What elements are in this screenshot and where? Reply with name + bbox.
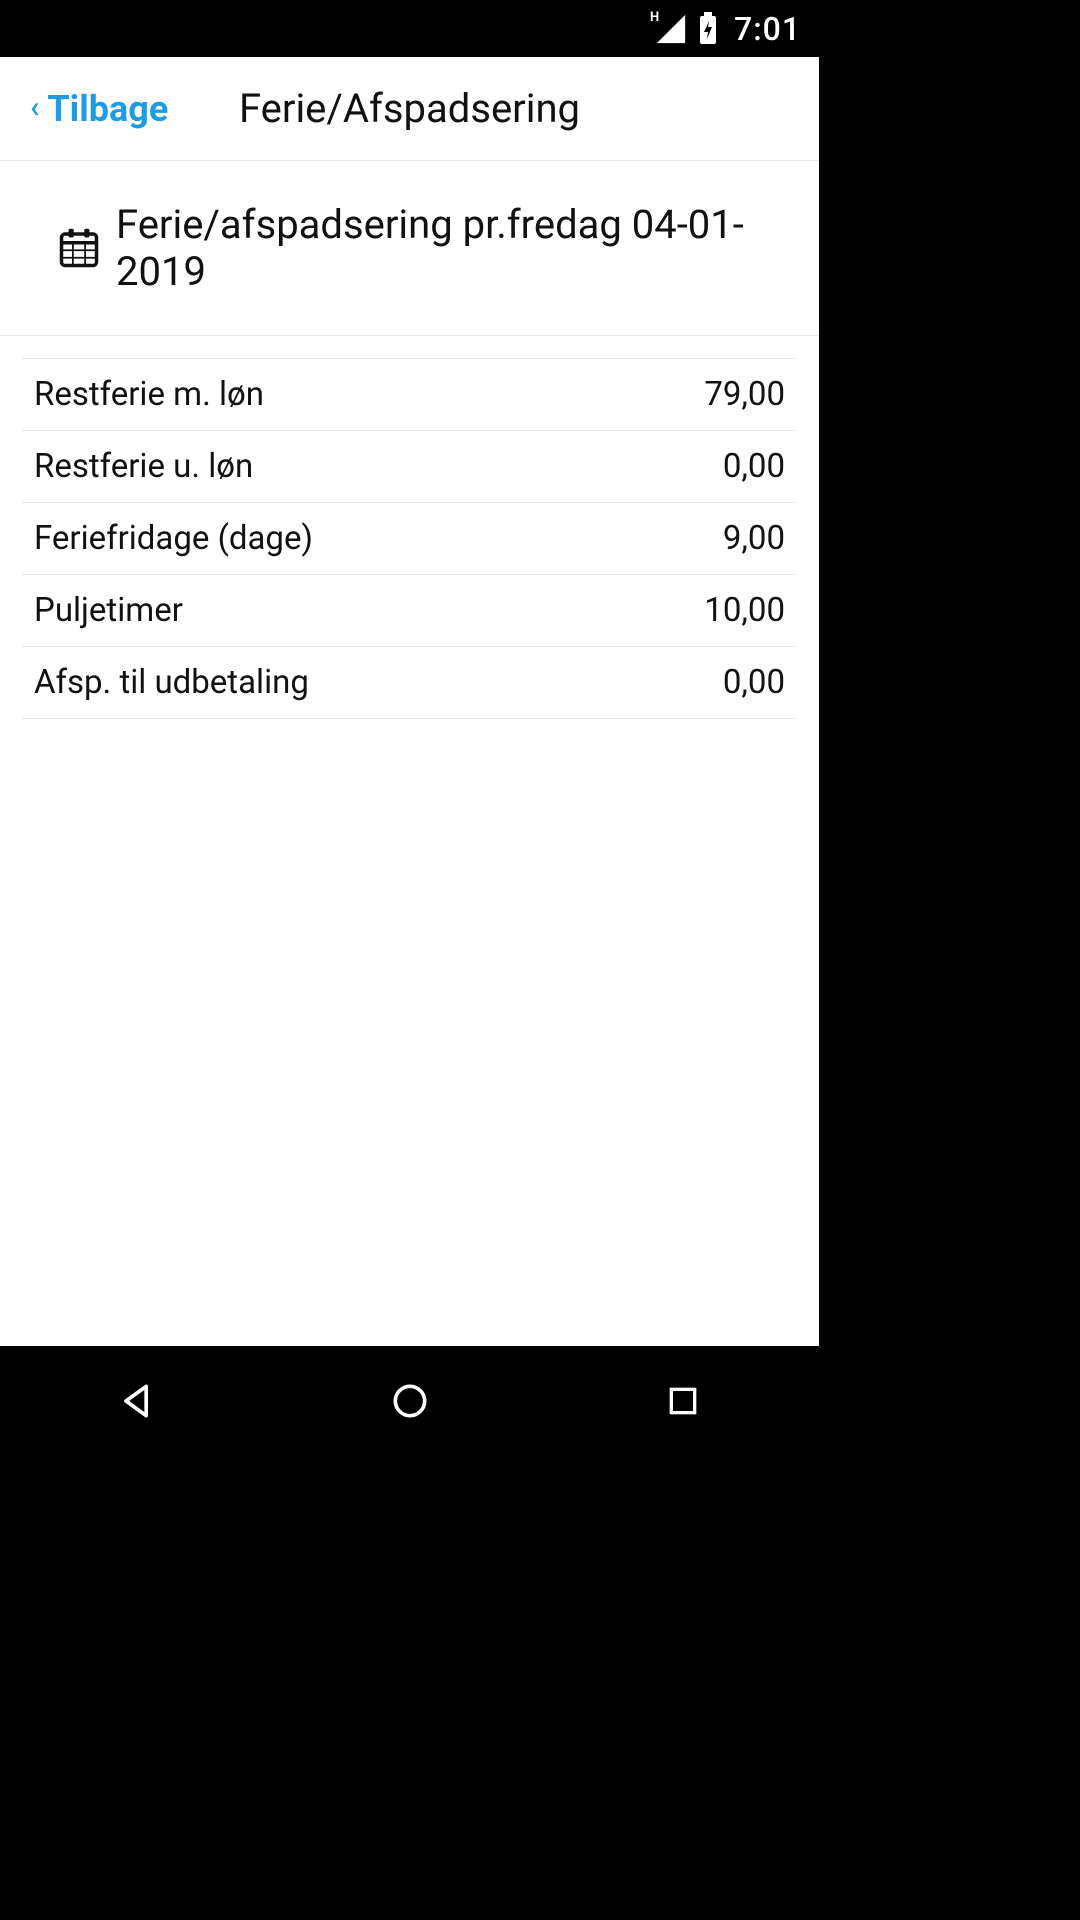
list-item: Restferie u. løn 0,00: [22, 430, 797, 502]
android-nav-bar: [0, 1346, 819, 1456]
list-item: Restferie m. løn 79,00: [22, 358, 797, 430]
signal-icon: H: [654, 12, 688, 46]
item-value: 10,00: [704, 591, 785, 630]
status-clock: 7:01: [734, 10, 801, 48]
back-label: Tilbage: [47, 88, 168, 130]
network-type-label: H: [650, 10, 659, 25]
item-label: Puljetimer: [34, 591, 183, 630]
app-content: ‹ Tilbage Ferie/Afspadsering Ferie/afspa…: [0, 57, 819, 1346]
status-bar: H 7:01: [0, 0, 819, 57]
battery-charging-icon: [696, 12, 720, 46]
back-button[interactable]: ‹ Tilbage: [30, 88, 168, 130]
item-label: Feriefridage (dage): [34, 519, 313, 558]
item-value: 0,00: [723, 447, 785, 486]
list-item: Puljetimer 10,00: [22, 574, 797, 646]
list-item: Feriefridage (dage) 9,00: [22, 502, 797, 574]
item-value: 9,00: [723, 519, 785, 558]
section-heading: Ferie/afspadsering pr.fredag 04-01-2019: [0, 161, 819, 336]
item-value: 79,00: [704, 375, 785, 414]
item-label: Restferie u. løn: [34, 447, 253, 486]
page-title: Ferie/Afspadsering: [239, 85, 580, 132]
calendar-icon: [58, 227, 100, 269]
nav-back-button[interactable]: [110, 1374, 164, 1428]
chevron-left-icon: ‹: [30, 93, 39, 123]
nav-home-button[interactable]: [383, 1374, 437, 1428]
app-header: ‹ Tilbage Ferie/Afspadsering: [0, 57, 819, 161]
nav-recent-apps-button[interactable]: [656, 1374, 710, 1428]
item-label: Afsp. til udbetaling: [34, 663, 309, 702]
list-item: Afsp. til udbetaling 0,00: [22, 646, 797, 719]
item-value: 0,00: [723, 663, 785, 702]
balance-list: Restferie m. løn 79,00 Restferie u. løn …: [0, 336, 819, 719]
item-label: Restferie m. løn: [34, 375, 264, 414]
section-heading-text: Ferie/afspadsering pr.fredag 04-01-2019: [116, 201, 789, 295]
